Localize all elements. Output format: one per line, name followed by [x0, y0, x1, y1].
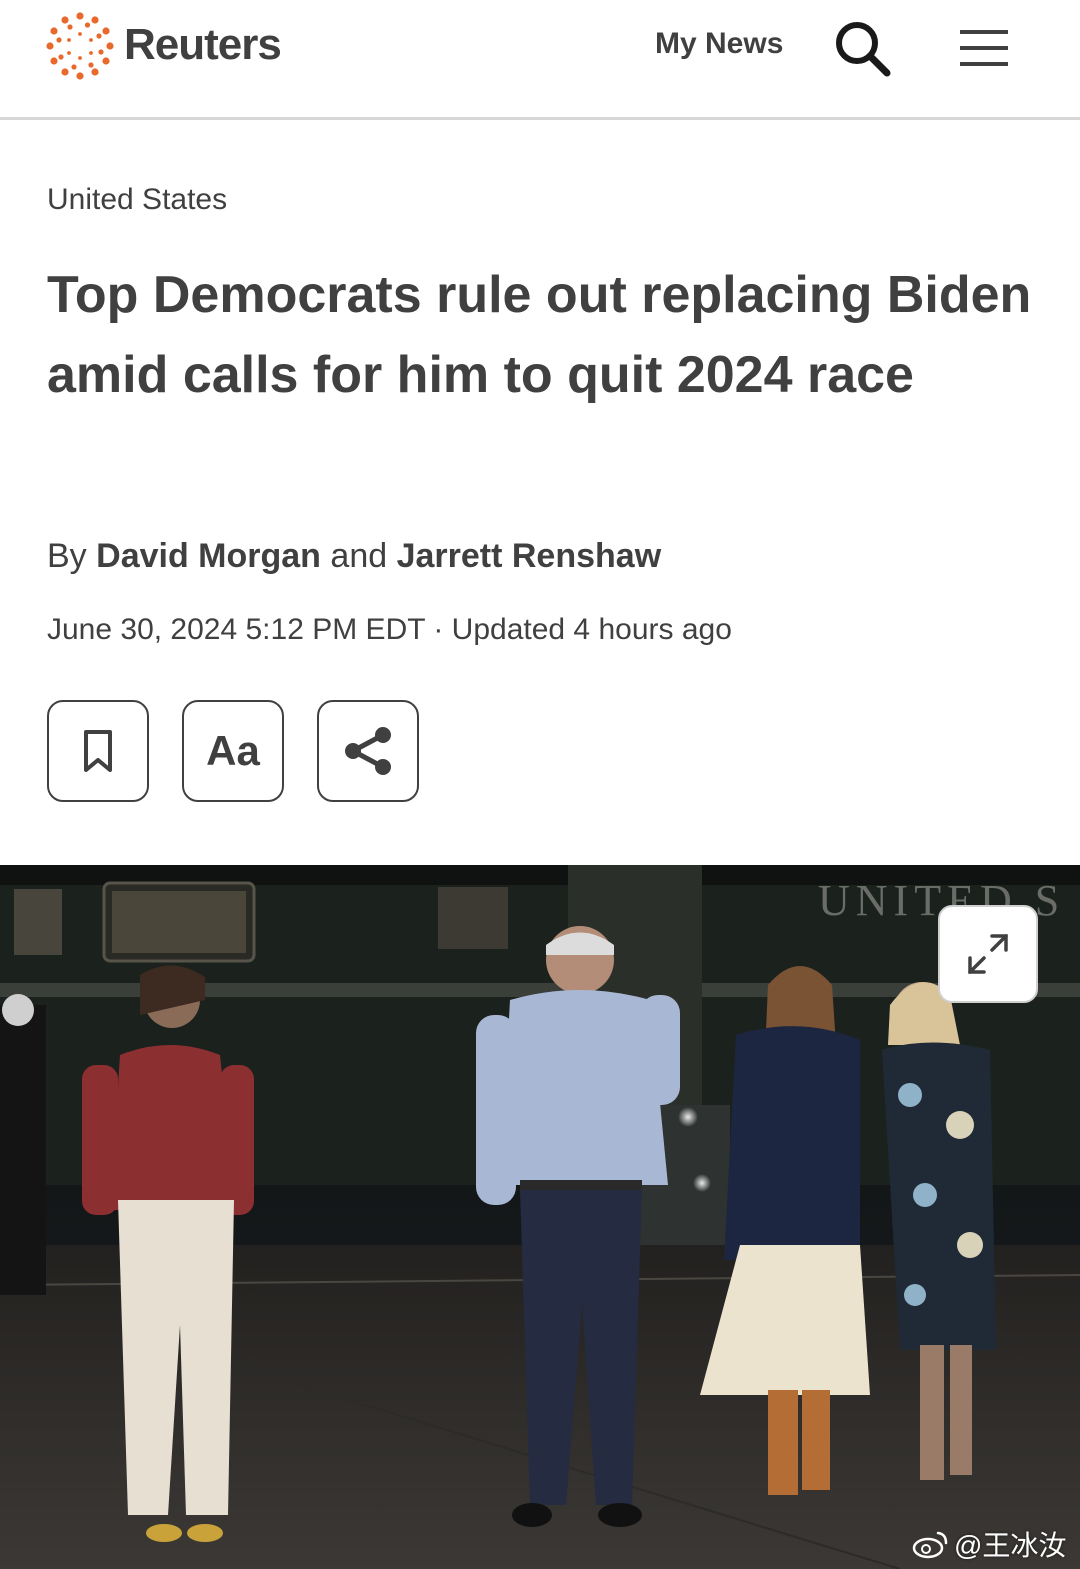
my-news-link[interactable]: My News	[655, 27, 783, 61]
expand-icon	[968, 934, 1008, 974]
share-icon	[345, 727, 391, 775]
text-size-button[interactable]: Aa	[182, 700, 284, 802]
reuters-logo[interactable]: Reuters	[44, 10, 282, 82]
share-button[interactable]	[317, 700, 419, 802]
section-label[interactable]: United States	[47, 183, 227, 217]
reuters-logo-icon	[46, 12, 114, 80]
byline-prefix: By	[47, 537, 87, 575]
expand-photo-button[interactable]	[938, 905, 1038, 1003]
author-link[interactable]: David Morgan	[96, 537, 321, 575]
dateline: June 30, 2024 5:12 PM EDT · Updated 4 ho…	[47, 613, 732, 646]
byline-joiner: and	[330, 537, 388, 575]
site-header: Reuters My News	[0, 0, 1080, 120]
brand-name: Reuters	[124, 20, 282, 69]
bookmark-icon	[84, 730, 112, 772]
bookmark-button[interactable]	[47, 700, 149, 802]
search-icon[interactable]	[832, 18, 894, 80]
article-headline: Top Democrats rule out replacing Biden a…	[47, 266, 1032, 404]
byline: By David Morgan and Jarrett Renshaw	[47, 537, 661, 576]
watermark-handle: @王冰汝	[954, 1530, 1067, 1561]
weibo-icon	[912, 1531, 948, 1559]
article-photo[interactable]: UNITED S	[0, 865, 1080, 1569]
weibo-watermark: @王冰汝	[912, 1524, 1066, 1564]
hamburger-menu-icon[interactable]	[958, 26, 1010, 70]
author-link[interactable]: Jarrett Renshaw	[397, 537, 662, 575]
text-size-icon: Aa	[206, 727, 260, 774]
